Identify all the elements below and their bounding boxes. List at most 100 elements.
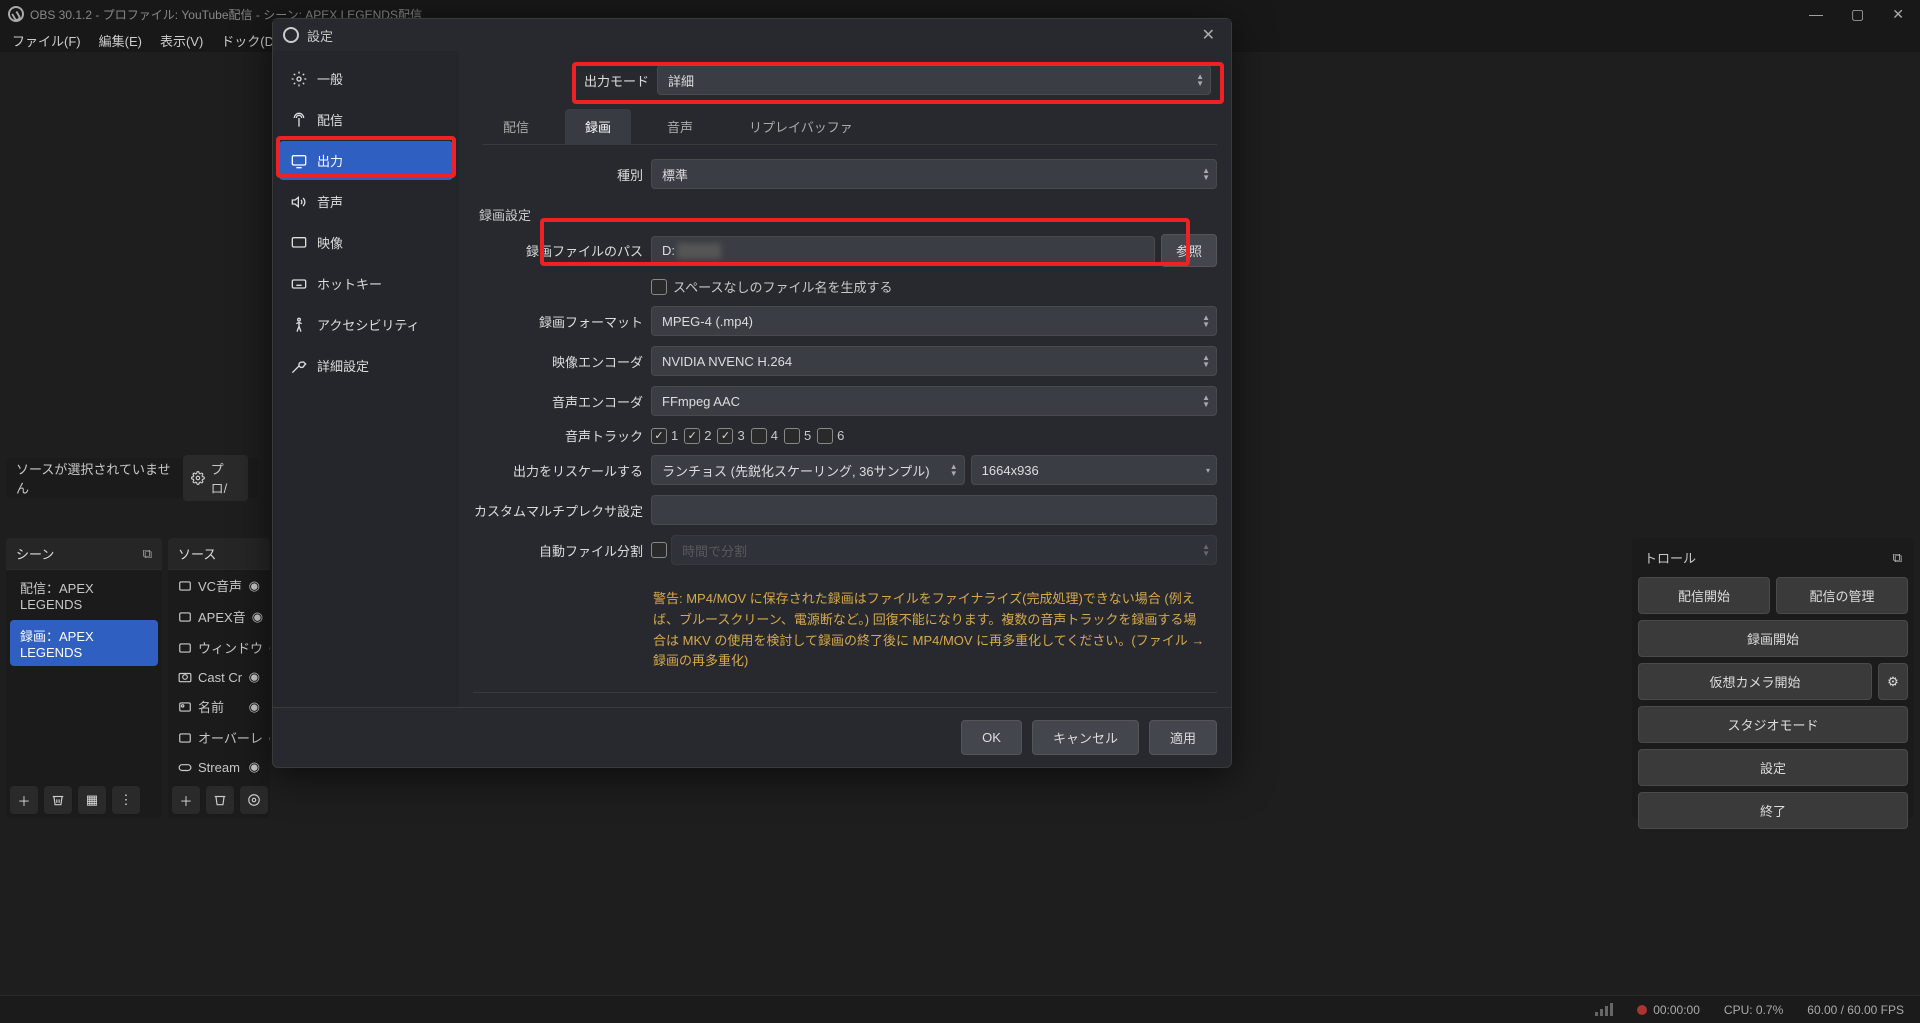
close-icon[interactable]: ✕ xyxy=(1892,6,1904,23)
rescale-method-select[interactable]: ランチョス (先鋭化スケーリング, 36サンプル)▲▼ xyxy=(651,455,965,485)
controls-dock: トロール⧉ 配信開始 配信の管理 録画開始 仮想カメラ開始 ⚙ スタジオモード … xyxy=(1632,538,1914,818)
nav-stream[interactable]: 配信 xyxy=(279,100,453,139)
menu-view[interactable]: 表示(V) xyxy=(152,29,211,52)
ok-button[interactable]: OK xyxy=(961,720,1022,755)
type-select[interactable]: 標準▲▼ xyxy=(651,159,1217,189)
start-stream-button[interactable]: 配信開始 xyxy=(1638,577,1770,614)
mp4-warning: 警告: MP4/MOV に保存された録画はファイルをファイナライズ(完成処理)で… xyxy=(473,575,1217,686)
settings-button[interactable]: 設定 xyxy=(1638,749,1908,786)
source-item[interactable]: VC音声◉ xyxy=(168,570,270,601)
trash-icon xyxy=(51,793,65,807)
cancel-button[interactable]: キャンセル xyxy=(1032,720,1139,755)
remove-scene-button[interactable] xyxy=(44,786,72,814)
scene-item[interactable]: 配信：APEX LEGENDS xyxy=(10,572,158,618)
studio-mode-button[interactable]: スタジオモード xyxy=(1638,706,1908,743)
track-6-checkbox[interactable] xyxy=(817,428,833,444)
apply-button[interactable]: 適用 xyxy=(1149,720,1217,755)
rescale-label: 出力をリスケールする xyxy=(473,461,643,480)
properties-button[interactable]: プロ/ xyxy=(183,455,248,501)
source-item[interactable]: Stream◉ xyxy=(168,753,270,781)
add-scene-button[interactable]: ＋ xyxy=(10,786,38,814)
keyboard-icon xyxy=(291,276,307,292)
source-item[interactable]: オーバーレ◉ xyxy=(168,722,270,753)
nav-audio[interactable]: 音声 xyxy=(279,182,453,221)
virtual-cam-button[interactable]: 仮想カメラ開始 xyxy=(1638,663,1872,700)
nav-video[interactable]: 映像 xyxy=(279,223,453,262)
dialog-close-button[interactable]: ✕ xyxy=(1196,23,1221,47)
format-label: 録画フォーマット xyxy=(473,312,643,331)
manage-stream-button[interactable]: 配信の管理 xyxy=(1776,577,1908,614)
track-4-checkbox[interactable] xyxy=(751,428,767,444)
format-select[interactable]: MPEG-4 (.mp4)▲▼ xyxy=(651,306,1217,336)
controls-title: トロール xyxy=(1644,548,1696,567)
nav-advanced[interactable]: 詳細設定 xyxy=(279,346,453,385)
track-5-checkbox[interactable] xyxy=(784,428,800,444)
image-icon xyxy=(178,700,192,714)
record-path-input[interactable]: D: xyxy=(651,236,1155,266)
track-1-checkbox[interactable] xyxy=(651,428,667,444)
source-props-button[interactable] xyxy=(240,786,268,814)
obs-logo-icon xyxy=(283,27,299,43)
remove-source-button[interactable] xyxy=(206,786,234,814)
maximize-icon[interactable]: ▢ xyxy=(1851,6,1864,23)
minimize-icon[interactable]: — xyxy=(1809,6,1823,23)
monitor-icon xyxy=(291,235,307,251)
network-bars-icon xyxy=(1595,1003,1613,1016)
audio-encoder-select[interactable]: FFmpeg AAC▲▼ xyxy=(651,386,1217,416)
browse-button[interactable]: 参照 xyxy=(1161,234,1217,267)
settings-content: 出力モード 詳細 ▲▼ 配信 録画 音声 リプレイバッファ 種別 標準▲▼ xyxy=(459,51,1231,707)
menu-file[interactable]: ファイル(F) xyxy=(4,29,89,52)
nav-hotkeys[interactable]: ホットキー xyxy=(279,264,453,303)
tab-stream[interactable]: 配信 xyxy=(483,109,549,144)
record-time: 00:00:00 xyxy=(1653,1003,1700,1017)
record-dot-icon xyxy=(1637,1005,1647,1015)
exit-button[interactable]: 終了 xyxy=(1638,792,1908,829)
spinner-icon: ▲▼ xyxy=(1196,73,1204,87)
settings-dialog: 設定 ✕ 一般 配信 出力 音声 映像 ホットキー アクセシビリティ 詳細設定 … xyxy=(272,18,1232,768)
no-space-label: スペースなしのファイル名を生成する xyxy=(673,277,892,296)
autosplit-select[interactable]: 時間で分割▲▼ xyxy=(671,535,1217,565)
scene-item[interactable]: 録画：APEX LEGENDS xyxy=(10,620,158,666)
scene-menu-button[interactable]: ⋮ xyxy=(112,786,140,814)
scene-filters-button[interactable]: ▦ xyxy=(78,786,106,814)
no-space-checkbox[interactable] xyxy=(651,279,667,295)
undock-icon[interactable]: ⧉ xyxy=(1893,550,1902,566)
source-item[interactable]: APEX音◉ xyxy=(168,601,270,632)
antenna-icon xyxy=(291,112,307,128)
undock-icon[interactable]: ⧉ xyxy=(143,546,152,562)
source-item[interactable]: ウィンドウ◉ xyxy=(168,632,270,663)
add-source-button[interactable]: ＋ xyxy=(172,786,200,814)
output-mode-select[interactable]: 詳細 ▲▼ xyxy=(657,65,1211,95)
scenes-header: シーン ⧉ xyxy=(6,538,162,570)
speaker-icon xyxy=(291,194,307,210)
audio-encoder-label: 音声エンコーダ xyxy=(473,392,643,411)
dialog-titlebar: 設定 ✕ xyxy=(273,19,1231,51)
nav-output[interactable]: 出力 xyxy=(279,141,453,180)
menu-edit[interactable]: 編集(E) xyxy=(91,29,150,52)
source-item[interactable]: Cast Cr◉ xyxy=(168,663,270,691)
mux-input[interactable] xyxy=(651,495,1217,525)
nav-general[interactable]: 一般 xyxy=(279,59,453,98)
track-2-checkbox[interactable] xyxy=(684,428,700,444)
virtual-cam-settings-button[interactable]: ⚙ xyxy=(1878,663,1908,700)
record-settings-section: 録画設定 xyxy=(479,205,1217,224)
gear-icon xyxy=(291,71,307,87)
audio-icon xyxy=(178,579,192,593)
start-record-button[interactable]: 録画開始 xyxy=(1638,620,1908,657)
fps-display: 60.00 / 60.00 FPS xyxy=(1807,1003,1904,1017)
nav-accessibility[interactable]: アクセシビリティ xyxy=(279,305,453,344)
video-encoder-select[interactable]: NVIDIA NVENC H.264▲▼ xyxy=(651,346,1217,376)
tab-record[interactable]: 録画 xyxy=(565,109,631,144)
autosplit-checkbox[interactable] xyxy=(651,542,667,558)
track-3-checkbox[interactable] xyxy=(717,428,733,444)
path-label: 録画ファイルのパス xyxy=(473,241,643,260)
source-item[interactable]: 名前◉ xyxy=(168,691,270,722)
no-source-label: ソースが選択されていません xyxy=(16,459,183,497)
tools-icon xyxy=(291,358,307,374)
type-label: 種別 xyxy=(473,165,643,184)
statusbar: 00:00:00 CPU: 0.7% 60.00 / 60.00 FPS xyxy=(0,995,1920,1023)
tab-replay[interactable]: リプレイバッファ xyxy=(729,109,873,144)
output-tabs: 配信 録画 音声 リプレイバッファ xyxy=(483,109,1217,145)
rescale-resolution-select[interactable]: 1664x936▾ xyxy=(971,455,1217,485)
tab-audio[interactable]: 音声 xyxy=(647,109,713,144)
